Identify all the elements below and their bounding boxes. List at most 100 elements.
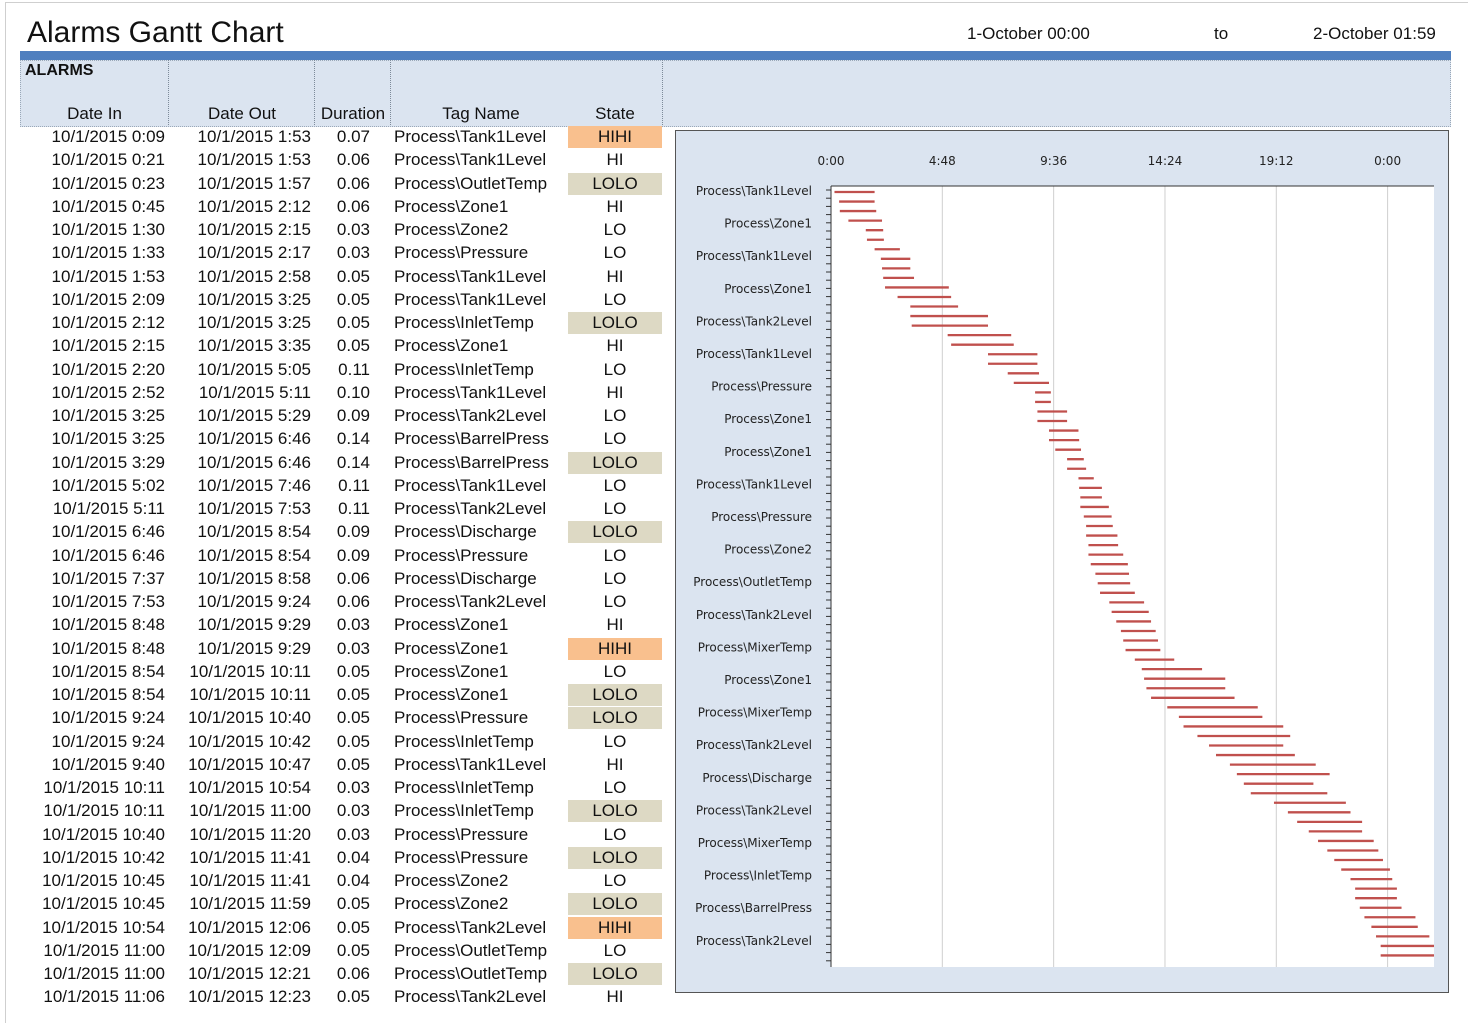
- y-tick-label: Process\Tank2Level: [696, 608, 812, 622]
- y-tick-label: Process\MixerTemp: [698, 706, 812, 720]
- column-header-tag-name: Tag Name: [442, 104, 520, 123]
- table-cell-duration: 0.07: [336, 127, 370, 146]
- table-cell-tag-name: Process\BarrelPress: [394, 452, 549, 472]
- y-tick-label: Process\Discharge: [702, 771, 812, 785]
- table-cell-date-out: 10/1/2015 2:58: [197, 266, 311, 286]
- table-cell-state: LOLO: [568, 451, 662, 474]
- table-cell-duration: 0.06: [336, 173, 370, 193]
- y-tick-label: Process\Pressure: [711, 510, 812, 524]
- table-cell-date-out: 10/1/2015 6:46: [197, 429, 311, 449]
- table-cell-tag-name: Process\OutletTemp: [394, 173, 548, 193]
- range-start: 1-October 00:00: [967, 24, 1090, 43]
- table-cell-date-in: 10/1/2015 8:48: [51, 638, 165, 658]
- table-cell-date-in: 10/1/2015 8:54: [51, 685, 165, 704]
- table-cell-state: LOLO: [568, 312, 662, 334]
- table-cell-date-in: 10/1/2015 3:25: [51, 406, 165, 425]
- table-cell-duration: 0.05: [336, 313, 370, 332]
- table-cell-duration: 0.05: [336, 894, 370, 914]
- table-cell-date-in: 10/1/2015 9:40: [51, 754, 165, 774]
- table-cell-date-in: 10/1/2015 0:09: [51, 127, 165, 146]
- table-row: 10/1/2015 7:53 10/1/2015 9:24 0.06 Process\…: [20, 591, 662, 614]
- y-tick-label: Process\OutletTemp: [693, 575, 812, 589]
- table-cell-duration: 0.11: [338, 359, 370, 379]
- table-row: 10/1/2015 2:12 10/1/2015 3:25 0.05 Process\…: [20, 312, 662, 335]
- table-cell-date-in: 10/1/2015 10:45: [42, 871, 165, 890]
- table-cell-date-out: 10/1/2015 12:23: [188, 987, 311, 1007]
- y-tick-label: Process\Zone2: [724, 543, 812, 557]
- column-header-state: State: [595, 104, 635, 123]
- y-tick-label: Process\Tank1Level: [696, 477, 812, 491]
- x-tick-label: 14:24: [1148, 154, 1183, 168]
- table-cell-state: HIHI: [568, 916, 662, 939]
- table-cell-state: LO: [568, 777, 662, 799]
- table-cell-tag-name: Process\Discharge: [394, 522, 537, 542]
- table-cell-date-out: 10/1/2015 12:21: [188, 964, 311, 983]
- table-cell-date-in: 10/1/2015 1:53: [51, 266, 165, 286]
- table-cell-date-in: 10/1/2015 3:25: [51, 429, 165, 449]
- table-cell-state: HIHI: [568, 126, 662, 148]
- table-cell-tag-name: Process\Pressure: [394, 708, 529, 728]
- table-cell-duration: 0.05: [336, 708, 370, 728]
- table-row: 10/1/2015 11:00 10/1/2015 12:09 0.05 Proces…: [20, 939, 662, 963]
- table-cell-date-in: 10/1/2015 2:15: [51, 336, 165, 356]
- table-cell-date-out: 10/1/2015 7:46: [197, 475, 311, 495]
- table-cell-date-out: 10/1/2015 5:05: [197, 359, 311, 379]
- table-row: 10/1/2015 0:45 10/1/2015 2:12 0.06 Process\…: [20, 195, 662, 219]
- table-cell-date-in: 10/1/2015 10:40: [42, 824, 165, 844]
- table-cell-tag-name: Process\InletTemp: [394, 801, 534, 821]
- table-row: 10/1/2015 8:48 10/1/2015 9:29 0.03 Process\…: [20, 637, 662, 661]
- table-cell-date-out: 10/1/2015 11:41: [189, 847, 311, 867]
- y-tick-label: Process\Zone1: [724, 217, 812, 231]
- table-cell-date-out: 10/1/2015 12:06: [188, 917, 311, 937]
- y-tick-label: Process\Zone1: [724, 445, 812, 459]
- table-cell-state: LOLO: [568, 172, 662, 195]
- table-row: 10/1/2015 6:46 10/1/2015 8:54 0.09 Process\…: [20, 521, 662, 544]
- table-cell-tag-name: Process\Discharge: [394, 568, 537, 588]
- table-cell-date-in: 10/1/2015 11:00: [43, 964, 165, 983]
- table-cell-state: LO: [568, 660, 662, 683]
- y-tick-label: Process\InletTemp: [704, 869, 812, 883]
- table-cell-date-out: 10/1/2015 1:53: [197, 127, 311, 146]
- table-row: 10/1/2015 8:54 10/1/2015 10:11 0.05 Process…: [20, 660, 662, 684]
- table-cell-duration: 0.05: [336, 754, 370, 774]
- y-tick-label: Process\Tank2Level: [696, 803, 812, 817]
- table-cell-tag-name: Process\OutletTemp: [394, 964, 548, 983]
- table-cell-state: HI: [568, 265, 662, 288]
- table-cell-tag-name: Process\Zone1: [394, 685, 509, 704]
- table-cell-date-in: 10/1/2015 3:29: [51, 452, 165, 472]
- table-cell-state: LO: [568, 428, 662, 451]
- table-cell-date-out: 10/1/2015 2:15: [197, 220, 311, 239]
- table-cell-date-out: 10/1/2015 10:42: [188, 731, 311, 751]
- gantt-chart: 0:00 4:48 9:36 14:24 19:12 0:00 Process\Tank1L…: [675, 130, 1449, 993]
- table-cell-duration: 0.03: [336, 824, 370, 844]
- x-tick-label: 4:48: [929, 154, 956, 168]
- y-tick-label: Process\Tank2Level: [696, 314, 812, 328]
- table-cell-date-in: 10/1/2015 7:37: [51, 568, 165, 588]
- table-cell-date-out: 10/1/2015 2:12: [197, 196, 311, 216]
- table-row: 10/1/2015 1:33 10/1/2015 2:17 0.03 Process\…: [20, 242, 662, 265]
- table-cell-date-in: 10/1/2015 8:48: [51, 615, 165, 635]
- table-row: 10/1/2015 3:25 10/1/2015 5:29 0.09 Process\…: [20, 405, 662, 428]
- table-cell-date-in: 10/1/2015 10:54: [42, 917, 165, 937]
- table-cell-date-out: 10/1/2015 3:35: [197, 336, 311, 356]
- y-tick-label: Process\Zone1: [724, 673, 812, 687]
- table-cell-tag-name: Process\Tank2Level: [394, 917, 547, 937]
- table-cell-state: LOLO: [568, 893, 662, 916]
- table-cell-date-out: 10/1/2015 10:11: [189, 661, 311, 681]
- table-cell-duration: 0.03: [336, 638, 370, 658]
- table-row: 10/1/2015 3:25 10/1/2015 6:46 0.14 Process\…: [20, 428, 662, 451]
- table-row: 10/1/2015 10:40 10/1/2015 11:20 0.03 Proces…: [20, 823, 662, 847]
- table-cell-duration: 0.05: [336, 917, 370, 937]
- page-title: Alarms Gantt Chart: [27, 16, 284, 49]
- table-cell-date-in: 10/1/2015 0:21: [51, 150, 165, 170]
- table-row: 10/1/2015 5:11 10/1/2015 7:53 0.11 Process\…: [20, 498, 662, 521]
- table-cell-duration: 0.03: [336, 243, 370, 263]
- table-cell-date-in: 10/1/2015 9:24: [51, 731, 165, 751]
- table-cell-duration: 0.14: [336, 429, 370, 449]
- table-cell-tag-name: Process\Pressure: [394, 824, 529, 844]
- table-cell-date-out: 10/1/2015 5:11: [198, 382, 311, 402]
- table-cell-date-out: 10/1/2015 11:59: [189, 894, 311, 914]
- table-cell-date-out: 10/1/2015 11:41: [189, 871, 311, 890]
- table-cell-date-out: 10/1/2015 10:54: [188, 778, 311, 797]
- table-cell-state: HI: [568, 195, 662, 218]
